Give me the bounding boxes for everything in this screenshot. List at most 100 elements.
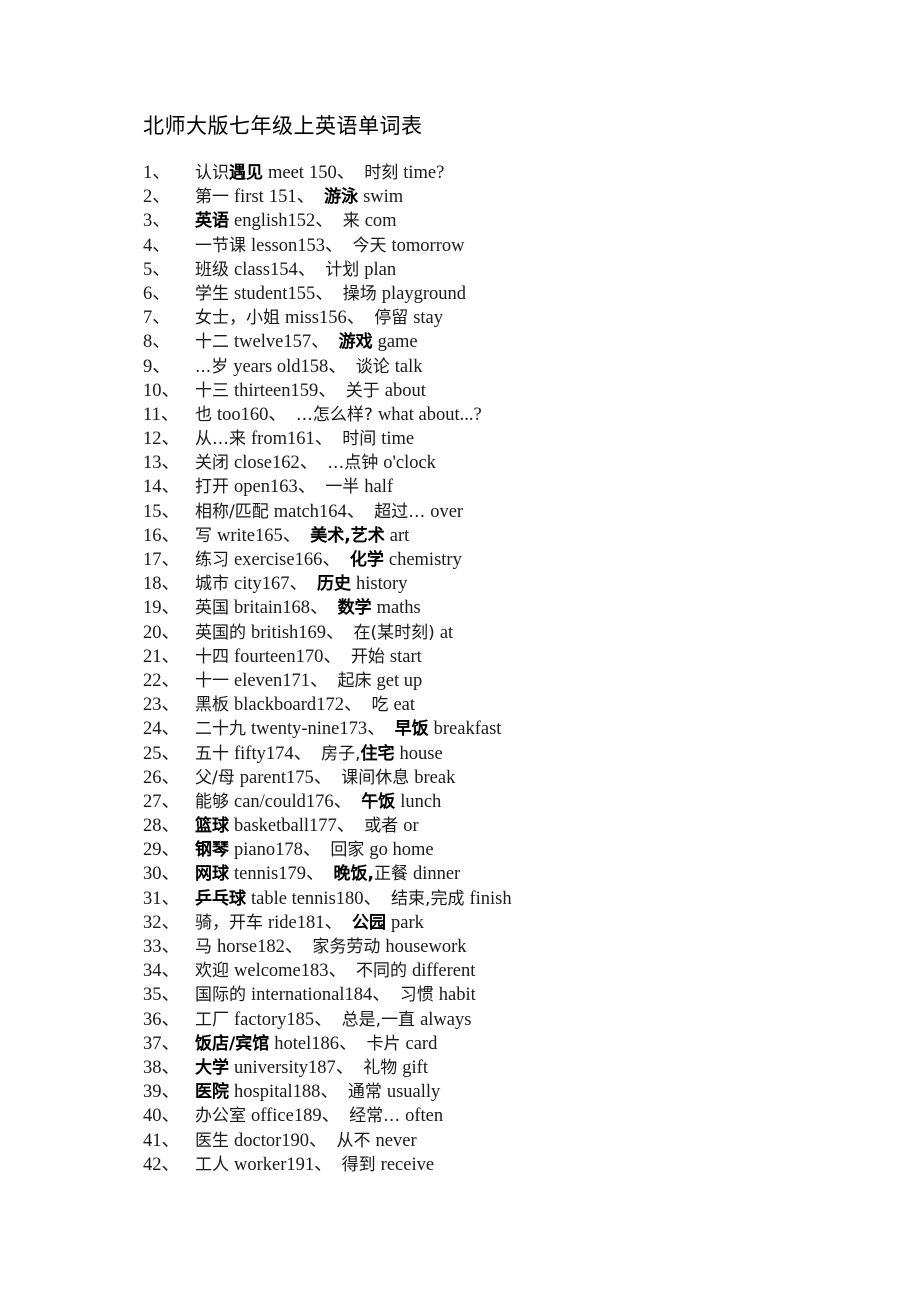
row-index: 19、 bbox=[143, 598, 181, 619]
english-term-2: o'clock bbox=[383, 453, 436, 474]
row-index-2: 188、 bbox=[292, 1082, 339, 1103]
chinese-term-1: 十三 bbox=[195, 380, 229, 401]
english-term-1: student bbox=[234, 283, 288, 304]
row-index-2: 168、 bbox=[282, 598, 329, 619]
row-index: 4、 bbox=[143, 235, 171, 256]
english-term-2: dinner bbox=[412, 864, 461, 885]
english-term-1: meet bbox=[268, 163, 304, 183]
row-index-2: 179、 bbox=[278, 864, 325, 885]
english-term-1: years old bbox=[233, 356, 301, 377]
row-index: 12、 bbox=[143, 429, 181, 450]
row-index-2: 154、 bbox=[269, 259, 317, 280]
vocabulary-row: 6、 学生 student155、 操场 playground bbox=[143, 282, 883, 306]
english-term-2: what about...? bbox=[377, 404, 482, 425]
chinese-term-1: 马 bbox=[195, 937, 212, 957]
row-index: 2、 bbox=[143, 187, 171, 208]
row-index: 33、 bbox=[143, 937, 181, 957]
chinese-term-2: 谈论 bbox=[355, 356, 390, 377]
row-index: 31、 bbox=[143, 888, 181, 909]
row-index-2: 151、 bbox=[268, 187, 316, 208]
chinese-term-1: 十二 bbox=[195, 332, 229, 353]
english-term-1: university bbox=[234, 1057, 308, 1078]
vocabulary-row: 41、 医生 doctor190、 从不 never bbox=[143, 1129, 883, 1153]
english-term-1: thirteen bbox=[234, 380, 291, 401]
vocabulary-row: 33、马 horse182、 家务劳动 housework bbox=[143, 935, 883, 959]
chinese-term-1: 练习 bbox=[195, 550, 229, 570]
chinese-term-2-bold: 早饭 bbox=[394, 719, 429, 740]
row-index: 9、 bbox=[143, 356, 171, 377]
vocabulary-row: 35、 国际的 international184、 习惯 habit bbox=[143, 983, 883, 1007]
vocabulary-row: 14、 打开 open163、 一半 half bbox=[143, 475, 883, 499]
english-term-2: often bbox=[405, 1106, 444, 1127]
row-index-2: 152、 bbox=[287, 211, 334, 232]
english-term-1: hotel bbox=[274, 1033, 312, 1054]
english-term-2: different bbox=[412, 961, 476, 982]
vocabulary-row: 16、写 write165、 美术,艺术 art bbox=[143, 524, 883, 548]
chinese-term-2: 通常 bbox=[347, 1082, 382, 1103]
chinese-term-1: 从…来 bbox=[195, 429, 246, 450]
chinese-term-1: 英国的 bbox=[195, 622, 246, 643]
row-index: 38、 bbox=[143, 1057, 181, 1078]
chinese-term-2: 结束,完成 bbox=[391, 888, 465, 909]
chinese-term-2: 操场 bbox=[342, 283, 377, 304]
chinese-term-1: 父/母 bbox=[195, 767, 235, 788]
vocabulary-row: 18、 城市 city167、 历史 history bbox=[143, 572, 883, 596]
row-index-2: 169、 bbox=[298, 622, 345, 643]
english-term-1: british bbox=[251, 622, 299, 643]
vocabulary-row: 2、 第一 first 151、 游泳 swim bbox=[143, 185, 883, 209]
row-index-2: 173、 bbox=[339, 719, 386, 740]
english-term-1: twelve bbox=[234, 332, 284, 353]
english-term-2: finish bbox=[469, 888, 512, 909]
vocabulary-row: 17、 练习 exercise166、 化学 chemistry bbox=[143, 548, 883, 572]
chinese-term-1: 欢迎 bbox=[195, 961, 229, 982]
english-term-2: start bbox=[389, 646, 422, 667]
row-index-2: 174、 bbox=[265, 743, 313, 764]
chinese-term-2: 总是,一直 bbox=[341, 1009, 416, 1030]
english-term-2: about bbox=[384, 380, 426, 401]
row-index-2: 167、 bbox=[261, 574, 309, 595]
document-page: 北师大版七年级上英语单词表 1、 认识遇见 meet 150、 时刻 time? 2、 第一 f… bbox=[0, 0, 920, 1302]
chinese-term-1-bold: 乒乓球 bbox=[195, 888, 246, 909]
english-term-2: stay bbox=[413, 308, 444, 329]
vocabulary-row: 7、 女士，小姐 miss156、 停留 stay bbox=[143, 306, 883, 330]
english-term-1: horse bbox=[217, 937, 258, 957]
english-term-2: time? bbox=[403, 163, 445, 183]
english-term-2: half bbox=[364, 477, 393, 498]
english-term-2: always bbox=[420, 1009, 472, 1030]
row-index-2: 160、 bbox=[240, 404, 287, 425]
row-index: 26、 bbox=[143, 767, 181, 788]
english-term-1: twenty-nine bbox=[251, 719, 340, 740]
vocabulary-row: 3、 英语 english152、来 com bbox=[143, 209, 883, 233]
row-index: 10、 bbox=[143, 380, 181, 401]
vocabulary-row: 23、 黑板 blackboard172、吃 eat bbox=[143, 693, 883, 717]
row-index-2: 164、 bbox=[318, 501, 366, 522]
chinese-term-2: 正餐 bbox=[373, 864, 408, 885]
chinese-term-2: 礼物 bbox=[363, 1057, 398, 1078]
chinese-term-2-bold: 午饭 bbox=[361, 791, 396, 812]
row-index-2: 175、 bbox=[285, 767, 333, 788]
row-index-2: 161、 bbox=[286, 429, 334, 450]
chinese-term-1-bold: 网球 bbox=[195, 864, 229, 885]
vocabulary-row: 4、 一节课 lesson153、 今天 tomorrow bbox=[143, 234, 883, 258]
english-term-2: or bbox=[403, 816, 419, 837]
english-term-1: hospital bbox=[234, 1082, 293, 1103]
english-term-2: over bbox=[430, 501, 464, 522]
english-term-2: go home bbox=[369, 840, 434, 861]
chinese-term-1: 工厂 bbox=[195, 1009, 229, 1030]
english-term-1: english bbox=[234, 211, 288, 232]
row-index: 14、 bbox=[143, 477, 181, 498]
chinese-term-1: 工人 bbox=[195, 1154, 229, 1175]
vocabulary-row: 26、 父/母 parent175、 课间休息 break bbox=[143, 766, 883, 790]
chinese-term-2: 房子, bbox=[321, 743, 361, 764]
chinese-term-1: 认识 bbox=[195, 163, 229, 183]
row-index: 40、 bbox=[143, 1106, 181, 1127]
chinese-term-1: 也 bbox=[195, 404, 212, 425]
chinese-term-2-bold: 晚饭, bbox=[333, 864, 374, 885]
vocabulary-row: 5、 班级 class154、 计划 plan bbox=[143, 258, 883, 282]
english-term-1: open bbox=[234, 477, 270, 498]
chinese-term-1: 写 bbox=[195, 525, 212, 546]
english-term-2: talk bbox=[394, 356, 423, 377]
chinese-term-2: 在(某时刻) bbox=[353, 622, 435, 643]
row-index: 28、 bbox=[143, 816, 181, 837]
english-term-1: write bbox=[217, 525, 256, 546]
